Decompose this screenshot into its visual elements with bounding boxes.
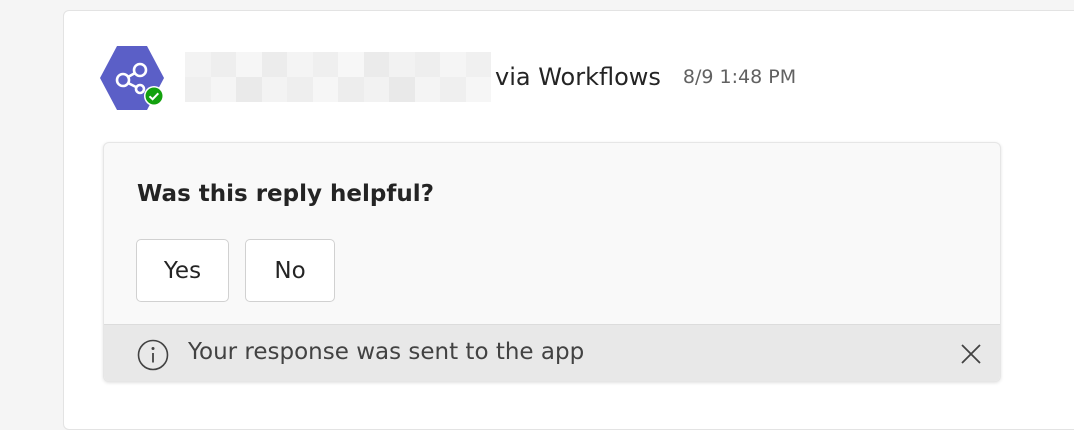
- message-timestamp: 8/9 1:48 PM: [682, 66, 797, 88]
- via-workflows-label: via Workflows: [495, 63, 661, 91]
- yes-button[interactable]: Yes: [136, 239, 229, 302]
- question-text: Was this reply helpful?: [137, 181, 434, 207]
- no-button[interactable]: No: [245, 239, 335, 302]
- available-check-icon: [144, 86, 164, 106]
- close-icon[interactable]: [959, 342, 983, 366]
- adaptive-card: Was this reply helpful? Yes No Your resp…: [103, 142, 1001, 382]
- info-icon: [137, 339, 169, 371]
- yes-button-label: Yes: [163, 257, 202, 284]
- response-confirmation-bar: Your response was sent to the app: [104, 324, 1000, 381]
- response-status-text: Your response was sent to the app: [188, 339, 585, 365]
- no-button-label: No: [274, 257, 306, 284]
- sender-name-redacted: [185, 52, 491, 102]
- message-header: via Workflows 8/9 1:48 PM: [185, 52, 796, 102]
